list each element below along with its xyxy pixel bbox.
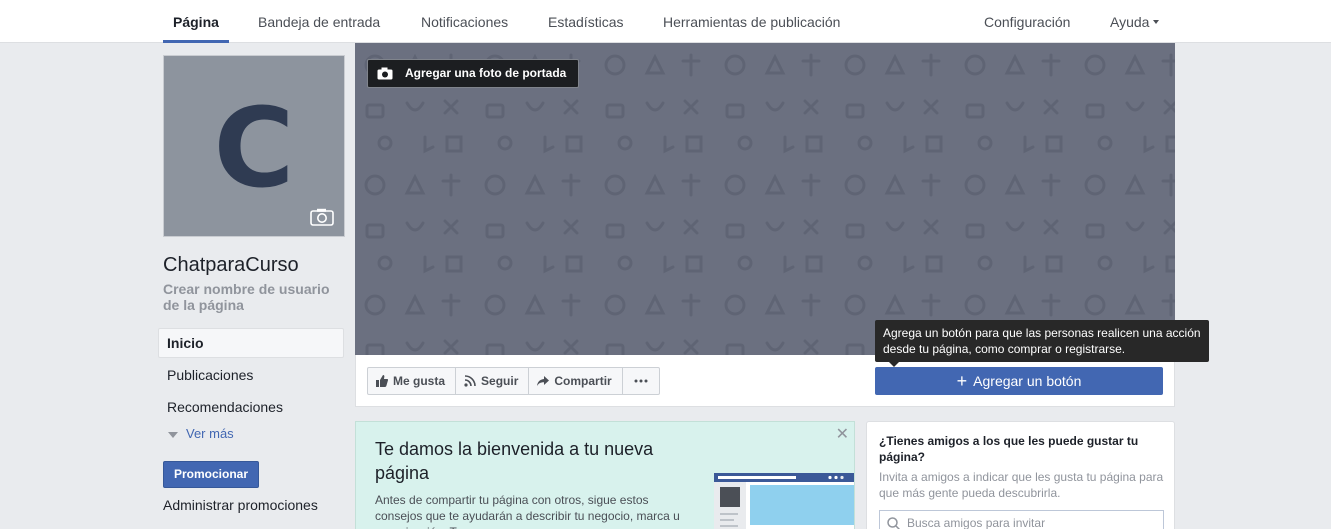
ellipsis-icon xyxy=(634,379,648,383)
invite-search-box xyxy=(879,510,1164,529)
welcome-title: Te damos la bienvenida a tu nueva página xyxy=(375,439,654,483)
share-arrow-icon xyxy=(537,376,550,386)
camera-icon xyxy=(377,67,393,80)
plus-icon: + xyxy=(956,371,968,391)
cover-photo-area xyxy=(355,43,1175,355)
tab-notificaciones[interactable]: Notificaciones xyxy=(421,0,508,43)
profile-picture[interactable]: C xyxy=(163,55,345,237)
see-more-label: Ver más xyxy=(186,426,234,441)
add-button-label: Agregar un botón xyxy=(973,373,1082,389)
tab-herramientas-de-publicacion[interactable]: Herramientas de publicación xyxy=(663,0,840,43)
camera-icon[interactable] xyxy=(310,208,334,226)
tab-pagina[interactable]: Página xyxy=(163,0,229,43)
tab-configuracion[interactable]: Configuración xyxy=(984,0,1070,43)
promote-button[interactable]: Promocionar xyxy=(163,461,259,488)
welcome-description: Antes de compartir tu página con otros, … xyxy=(375,493,680,529)
follow-label: Seguir xyxy=(481,374,519,388)
add-cover-photo-label: Agregar una foto de portada xyxy=(405,66,567,80)
like-button[interactable]: Me gusta xyxy=(368,368,457,394)
more-options-button[interactable] xyxy=(623,368,659,394)
thumbs-up-icon xyxy=(376,375,388,387)
share-label: Compartir xyxy=(554,374,612,388)
tab-estadisticas[interactable]: Estadísticas xyxy=(548,0,623,43)
help-menu[interactable]: Ayuda xyxy=(1110,0,1160,43)
invite-friends-card: ¿Tienes amigos a los que les puede gusta… xyxy=(866,421,1175,529)
cover-pattern xyxy=(355,43,1175,355)
page-top-nav: Página Bandeja de entrada Notificaciones… xyxy=(0,0,1331,43)
page-actions-group: Me gusta Seguir Compartir xyxy=(367,367,660,395)
sidebar-item-inicio[interactable]: Inicio xyxy=(158,328,344,358)
sidebar-item-publicaciones[interactable]: Publicaciones xyxy=(158,360,344,390)
add-button-tooltip: Agrega un botón para que las personas re… xyxy=(875,320,1209,367)
like-label: Me gusta xyxy=(393,374,446,388)
triangle-down-icon xyxy=(168,431,178,438)
add-button-cta[interactable]: + Agregar un botón xyxy=(875,367,1163,395)
add-cover-photo-button[interactable]: Agregar una foto de portada xyxy=(367,59,579,88)
see-more-link[interactable]: Ver más xyxy=(168,426,234,441)
sidebar-item-recomendaciones[interactable]: Recomendaciones xyxy=(158,392,344,422)
create-username-link[interactable]: Crear nombre de usuario de la página xyxy=(163,281,338,313)
welcome-card: Te damos la bienvenida a tu nueva página… xyxy=(355,421,855,529)
invite-search-input[interactable] xyxy=(907,511,1157,529)
search-icon xyxy=(887,517,900,529)
page-illustration xyxy=(714,473,854,529)
rss-icon xyxy=(464,375,476,387)
invite-description: Invita a amigos a indicar que les gusta … xyxy=(879,470,1164,500)
help-label: Ayuda xyxy=(1110,14,1150,30)
caret-down-icon xyxy=(1153,20,1160,25)
share-button[interactable]: Compartir xyxy=(529,368,623,394)
page-title: ChatparaCurso xyxy=(163,254,299,276)
invite-title: ¿Tienes amigos a los que les puede gusta… xyxy=(879,434,1139,464)
follow-button[interactable]: Seguir xyxy=(456,368,530,394)
manage-promotions-link[interactable]: Administrar promociones xyxy=(163,497,318,513)
close-icon[interactable]: ✕ xyxy=(836,424,849,444)
tab-bandeja-de-entrada[interactable]: Bandeja de entrada xyxy=(258,0,380,43)
